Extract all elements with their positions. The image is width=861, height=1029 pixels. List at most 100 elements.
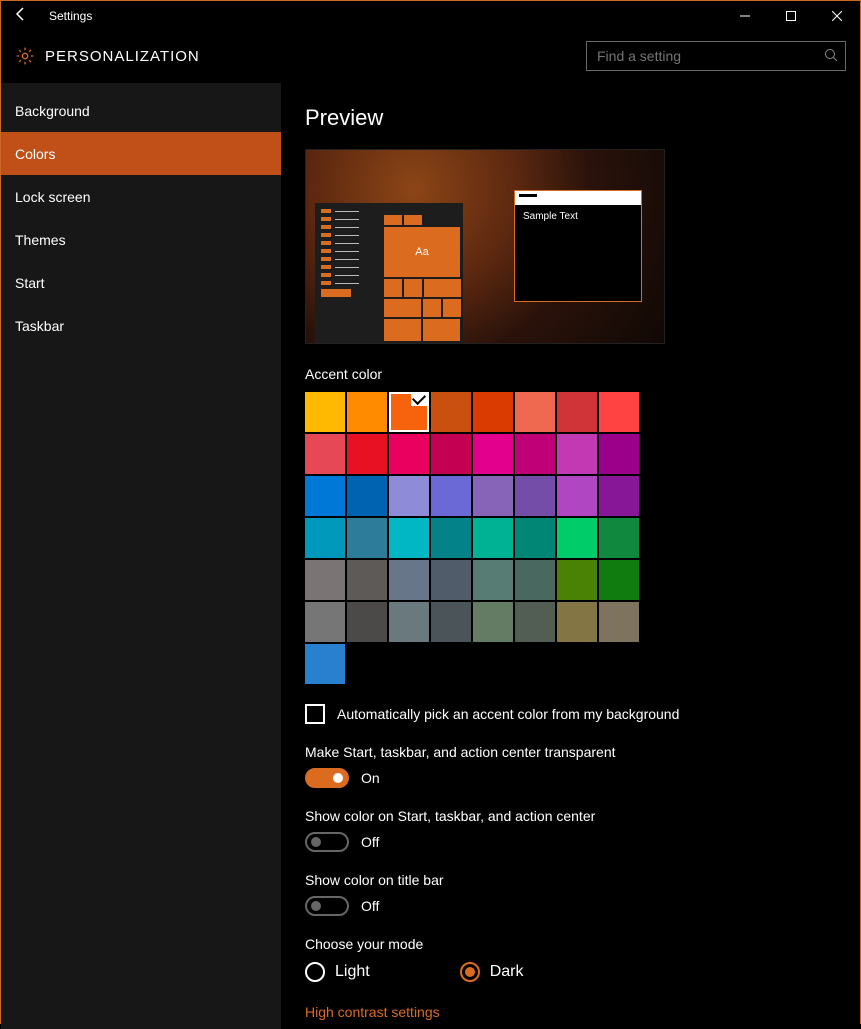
accent-swatch[interactable] <box>389 602 429 642</box>
accent-swatch[interactable] <box>431 560 471 600</box>
back-button[interactable] <box>1 6 41 27</box>
accent-swatch[interactable] <box>557 602 597 642</box>
show-color-start-label: Show color on Start, taskbar, and action… <box>305 808 860 824</box>
accent-swatch[interactable] <box>347 602 387 642</box>
preview-window: Sample Text <box>514 190 642 302</box>
accent-swatch[interactable] <box>515 392 555 432</box>
auto-pick-label: Automatically pick an accent color from … <box>337 706 679 722</box>
accent-swatch[interactable] <box>599 476 639 516</box>
accent-swatch[interactable] <box>305 434 345 474</box>
accent-swatch[interactable] <box>389 476 429 516</box>
page-title: PERSONALIZATION <box>45 48 200 65</box>
preview-tile-text: Aa <box>384 227 460 277</box>
preview-heading: Preview <box>305 105 860 131</box>
show-color-title-state: Off <box>361 898 379 914</box>
sidebar-item-colors[interactable]: Colors <box>1 132 281 175</box>
accent-swatch[interactable] <box>389 434 429 474</box>
accent-swatch[interactable] <box>431 602 471 642</box>
accent-swatch[interactable] <box>389 560 429 600</box>
show-color-title-label: Show color on title bar <box>305 872 860 888</box>
accent-swatch[interactable] <box>599 518 639 558</box>
accent-swatch[interactable] <box>389 392 429 432</box>
content-area: Preview Aa <box>281 83 860 1029</box>
mode-light-label: Light <box>335 963 370 981</box>
accent-swatch[interactable] <box>515 518 555 558</box>
mode-dark-radio[interactable]: Dark <box>460 962 524 982</box>
sidebar-item-background[interactable]: Background <box>1 89 281 132</box>
show-color-start-state: Off <box>361 834 379 850</box>
show-color-start-toggle[interactable] <box>305 832 349 852</box>
accent-swatch[interactable] <box>431 518 471 558</box>
accent-swatch[interactable] <box>347 434 387 474</box>
accent-swatch[interactable] <box>347 518 387 558</box>
accent-swatch[interactable] <box>515 476 555 516</box>
accent-swatch[interactable] <box>515 560 555 600</box>
accent-swatch[interactable] <box>599 560 639 600</box>
window-titlebar: Settings <box>1 1 860 31</box>
maximize-button[interactable] <box>768 1 814 31</box>
accent-swatch[interactable] <box>557 518 597 558</box>
preview-window-text: Sample Text <box>515 205 641 228</box>
accent-swatch[interactable] <box>557 476 597 516</box>
sidebar-item-themes[interactable]: Themes <box>1 218 281 261</box>
preview-box: Aa Sample Text <box>305 149 665 344</box>
accent-swatch[interactable] <box>599 434 639 474</box>
accent-swatch[interactable] <box>473 434 513 474</box>
transparency-label: Make Start, taskbar, and action center t… <box>305 744 860 760</box>
search-input[interactable] <box>586 41 846 71</box>
minimize-icon <box>740 11 750 21</box>
accent-swatch[interactable] <box>557 392 597 432</box>
accent-swatch[interactable] <box>389 518 429 558</box>
accent-swatch[interactable] <box>305 392 345 432</box>
transparency-toggle[interactable] <box>305 768 349 788</box>
accent-swatch[interactable] <box>473 392 513 432</box>
window-title: Settings <box>41 9 92 23</box>
search-container <box>586 41 846 71</box>
accent-color-label: Accent color <box>305 366 860 382</box>
sidebar-item-start[interactable]: Start <box>1 261 281 304</box>
page-header: PERSONALIZATION <box>1 31 860 83</box>
accent-swatch[interactable] <box>305 476 345 516</box>
mode-light-radio[interactable]: Light <box>305 962 370 982</box>
auto-pick-checkbox[interactable] <box>305 704 325 724</box>
accent-swatch[interactable] <box>305 602 345 642</box>
mode-dark-label: Dark <box>490 963 524 981</box>
search-icon <box>824 48 838 65</box>
auto-pick-row: Automatically pick an accent color from … <box>305 704 860 724</box>
accent-swatch[interactable] <box>599 602 639 642</box>
accent-swatch[interactable] <box>473 560 513 600</box>
accent-swatch[interactable] <box>473 476 513 516</box>
accent-swatch[interactable] <box>557 560 597 600</box>
accent-swatch[interactable] <box>431 392 471 432</box>
accent-swatch[interactable] <box>347 560 387 600</box>
mode-label: Choose your mode <box>305 936 860 952</box>
accent-swatch[interactable] <box>515 434 555 474</box>
accent-swatch[interactable] <box>347 476 387 516</box>
high-contrast-link[interactable]: High contrast settings <box>305 1004 440 1020</box>
close-button[interactable] <box>814 1 860 31</box>
transparency-state: On <box>361 770 380 786</box>
accent-swatch[interactable] <box>305 560 345 600</box>
preview-tiles: Aa <box>384 215 462 343</box>
accent-swatch[interactable] <box>557 434 597 474</box>
window-controls <box>722 1 860 31</box>
accent-swatch[interactable] <box>473 602 513 642</box>
sidebar-item-lock-screen[interactable]: Lock screen <box>1 175 281 218</box>
accent-swatch[interactable] <box>305 518 345 558</box>
accent-swatch[interactable] <box>347 392 387 432</box>
accent-swatch[interactable] <box>599 392 639 432</box>
accent-swatch[interactable] <box>305 644 345 684</box>
accent-swatch[interactable] <box>431 476 471 516</box>
sidebar: BackgroundColorsLock screenThemesStartTa… <box>1 83 281 1029</box>
accent-swatch[interactable] <box>473 518 513 558</box>
maximize-icon <box>786 11 796 21</box>
close-icon <box>832 11 842 21</box>
back-arrow-icon <box>13 6 29 22</box>
accent-color-grid <box>305 392 645 684</box>
minimize-button[interactable] <box>722 1 768 31</box>
accent-swatch[interactable] <box>515 602 555 642</box>
sidebar-item-taskbar[interactable]: Taskbar <box>1 304 281 347</box>
accent-swatch[interactable] <box>431 434 471 474</box>
show-color-title-toggle[interactable] <box>305 896 349 916</box>
gear-icon <box>15 46 35 66</box>
